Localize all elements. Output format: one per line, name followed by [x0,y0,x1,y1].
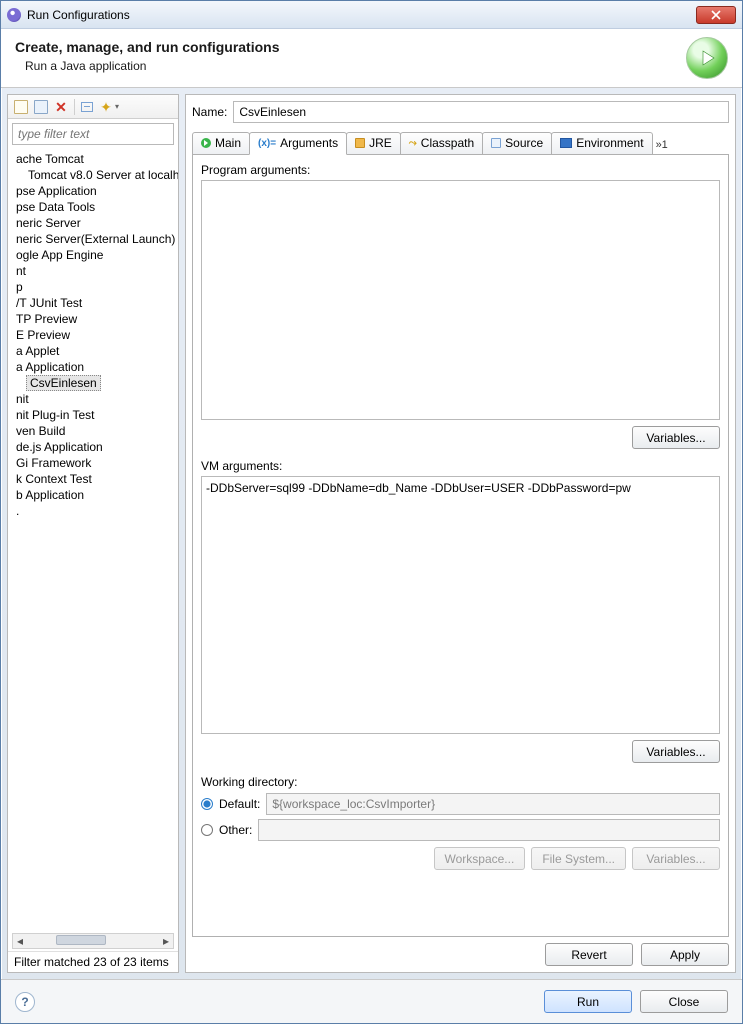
config-name-input[interactable] [233,101,729,123]
run-icon [201,138,211,148]
tab-label: Environment [576,136,643,150]
arguments-icon: (x)= [258,138,276,149]
header-subtitle: Run a Java application [15,59,686,73]
tab-label: JRE [369,136,392,150]
tree-item[interactable]: b Application [10,487,178,503]
apply-button[interactable]: Apply [641,943,729,966]
tab-label: Arguments [280,136,338,150]
tab-environment[interactable]: Environment [551,132,652,154]
tab-label: Source [505,136,543,150]
tab-jre[interactable]: JRE [346,132,401,154]
scroll-thumb[interactable] [56,935,106,945]
tree-item[interactable]: Tomcat v8.0 Server at localho [10,167,178,183]
scroll-right-icon[interactable]: ▸ [159,934,173,948]
wd-default-radio[interactable] [201,798,213,810]
tree-item[interactable]: pse Application [10,183,178,199]
tab-classpath[interactable]: ⤳ Classpath [400,132,483,154]
tree-item[interactable]: /T JUnit Test [10,295,178,311]
titlebar[interactable]: Run Configurations [1,1,742,29]
classpath-icon: ⤳ [409,138,417,149]
tree-filter-input[interactable] [12,123,174,145]
run-button[interactable]: Run [544,990,632,1013]
program-args-textarea[interactable] [201,180,720,420]
tree-item[interactable]: a Applet [10,343,178,359]
vm-args-textarea[interactable]: -DDbServer=sql99 -DDbName=db_Name -DDbUs… [201,476,720,734]
tree-item[interactable]: k Context Test [10,471,178,487]
tab-main[interactable]: Main [192,132,250,154]
workspace-button: Workspace... [434,847,526,870]
help-icon[interactable]: ? [15,992,35,1012]
wd-variables-button: Variables... [632,847,720,870]
filesystem-button: File System... [531,847,626,870]
close-button[interactable]: Close [640,990,728,1013]
new-config-icon[interactable] [14,100,28,114]
tab-arguments[interactable]: (x)= Arguments [249,132,347,155]
tree-item[interactable]: ogle App Engine [10,247,178,263]
tree-item[interactable]: ache Tomcat [10,151,178,167]
tree-item[interactable]: a Application [10,359,178,375]
tree-filter-status: Filter matched 23 of 23 items [8,951,178,972]
tree-item[interactable]: E Preview [10,327,178,343]
wd-other-radio[interactable] [201,824,213,836]
config-tree[interactable]: ache TomcatTomcat v8.0 Server at localho… [8,149,178,931]
source-icon [491,138,501,148]
tab-bar: Main (x)= Arguments JRE ⤳ Classpath Sour… [192,129,729,155]
tab-label: Classpath [421,136,474,150]
header-heading: Create, manage, and run configurations [15,39,686,55]
name-label: Name: [192,105,227,119]
environment-icon [560,138,572,148]
overflow-label: »1 [656,139,668,151]
tree-item[interactable]: pse Data Tools [10,199,178,215]
tree-item[interactable]: nit Plug-in Test [10,407,178,423]
tree-item[interactable]: Gi Framework [10,455,178,471]
scroll-left-icon[interactable]: ◂ [13,934,27,948]
tree-item[interactable]: nt [10,263,178,279]
dialog-window: Run Configurations Create, manage, and r… [0,0,743,1024]
tree-hscrollbar[interactable]: ◂ ▸ [12,933,174,949]
tree-toolbar: ✕ ✦ ▾ [8,95,178,119]
tree-item-selected[interactable]: CsvEinlesen [26,375,101,391]
working-directory-group: Working directory: Default: Other: Works… [201,775,720,870]
wd-other-label: Other: [219,823,252,837]
filter-icon[interactable]: ✦ [99,100,113,114]
wd-default-input [266,793,720,815]
tab-overflow[interactable]: »1 [652,136,672,154]
vm-args-label: VM arguments: [201,459,720,473]
vm-variables-button[interactable]: Variables... [632,740,720,763]
revert-button[interactable]: Revert [545,943,633,966]
run-badge-icon [686,37,728,79]
dialog-header: Create, manage, and run configurations R… [1,29,742,88]
wd-other-input[interactable] [258,819,720,841]
arguments-panel: Program arguments: Variables... VM argum… [192,155,729,937]
tree-item[interactable]: de.js Application [10,439,178,455]
window-title: Run Configurations [27,8,130,22]
scroll-track[interactable] [27,934,159,948]
program-args-label: Program arguments: [201,163,720,177]
tree-item[interactable]: . [10,503,178,519]
tree-item[interactable]: p [10,279,178,295]
duplicate-config-icon[interactable] [34,100,48,114]
window-close-button[interactable] [696,6,736,24]
jre-icon [355,138,365,148]
wd-default-label: Default: [219,797,260,811]
working-dir-label: Working directory: [201,775,720,789]
tree-item[interactable]: ven Build [10,423,178,439]
toolbar-divider [74,99,75,115]
program-variables-button[interactable]: Variables... [632,426,720,449]
tree-item[interactable]: neric Server(External Launch) [10,231,178,247]
tab-source[interactable]: Source [482,132,552,154]
tab-label: Main [215,136,241,150]
tree-item[interactable]: nit [10,391,178,407]
tree-item[interactable]: TP Preview [10,311,178,327]
eclipse-icon [7,8,21,22]
collapse-all-icon[interactable] [81,102,93,112]
config-editor-panel: Name: Main (x)= Arguments JRE ⤳ [185,94,736,973]
config-tree-panel: ✕ ✦ ▾ ache TomcatTomcat v8.0 Server at l… [7,94,179,973]
tree-item[interactable]: neric Server [10,215,178,231]
delete-config-icon[interactable]: ✕ [54,100,68,114]
chevron-down-icon[interactable]: ▾ [115,102,119,111]
dialog-bottombar: ? Run Close [1,979,742,1023]
